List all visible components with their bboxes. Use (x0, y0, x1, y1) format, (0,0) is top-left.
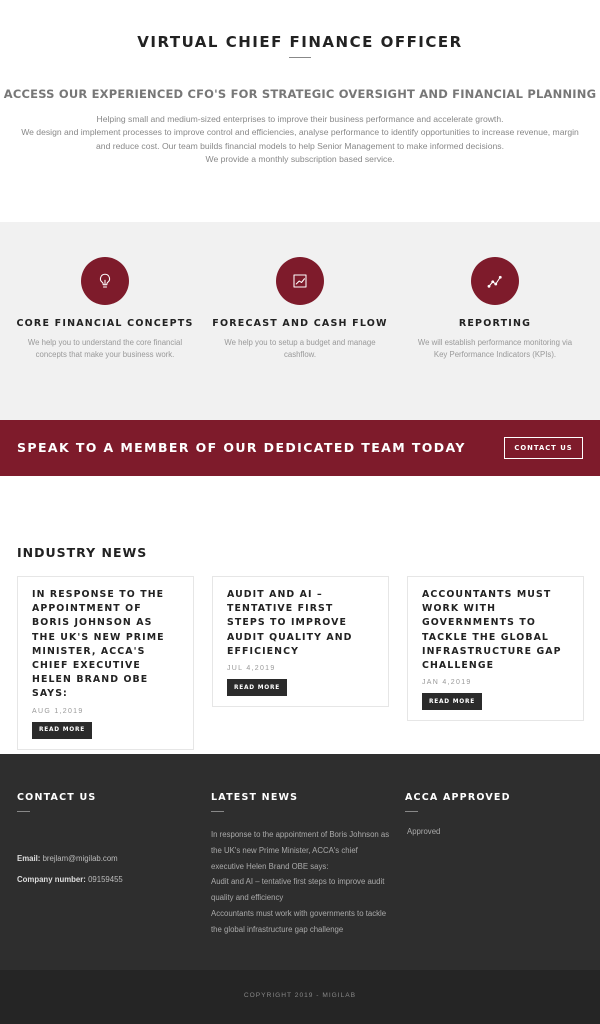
news-card: IN RESPONSE TO THE APPOINTMENT OF BORIS … (17, 576, 194, 750)
acca-approved-text: Approved (407, 827, 441, 836)
company-number: 09159455 (88, 875, 123, 884)
service-text: We will establish performance monitoring… (417, 338, 573, 359)
intro-subtitle: ACCESS OUR EXPERIENCED CFO'S FOR STRATEG… (3, 87, 597, 101)
intro-line: We design and implement processes to imp… (21, 127, 579, 151)
news-date: JAN 4,2019 (422, 679, 472, 687)
intro-line: We provide a monthly subscription based … (205, 154, 395, 165)
service-reporting: REPORTING We will establish performance … (405, 257, 585, 360)
service-core-financial-concepts: CORE FINANCIAL CONCEPTS We help you to u… (15, 257, 195, 360)
read-more-button[interactable]: READ MORE (32, 721, 92, 739)
latest-news-link[interactable]: Accountants must work with governments t… (211, 906, 391, 938)
industry-news-heading: INDUSTRY NEWS (17, 545, 148, 560)
company-number-label: Company number: (17, 875, 86, 884)
read-more-button[interactable]: READ MORE (227, 679, 287, 697)
service-icon-circle (81, 257, 129, 305)
news-date: JUL 4,2019 (227, 665, 276, 673)
cta-band: SPEAK TO A MEMBER OF OUR DEDICATED TEAM … (0, 420, 600, 476)
news-card: ACCOUNTANTS MUST WORK WITH GOVERNMENTS T… (407, 576, 584, 722)
news-title[interactable]: AUDIT AND AI – TENTATIVE FIRST STEPS TO … (227, 588, 374, 659)
chart-icon (293, 274, 307, 288)
footer-divider (211, 811, 224, 812)
service-icon-circle (276, 257, 324, 305)
latest-news-list: In response to the appointment of Boris … (211, 827, 391, 938)
copyright-text: COPYRIGHT 2019 - MIGILAB (243, 992, 357, 999)
service-title: FORECAST AND CASH FLOW (212, 318, 388, 329)
latest-news-link[interactable]: In response to the appointment of Boris … (211, 827, 391, 874)
service-icon-circle (471, 257, 519, 305)
intro-section: VIRTUAL CHIEF FINANCE OFFICER ACCESS OUR… (0, 0, 600, 222)
title-divider (289, 57, 311, 58)
contact-company-line: Company number: 09159455 (17, 875, 197, 884)
footer-contact-column: CONTACT US Email: brejlam@migilab.com Co… (17, 792, 197, 884)
email-label: Email: (17, 854, 41, 863)
service-text: We help you to setup a budget and manage… (224, 338, 376, 359)
read-more-button[interactable]: READ MORE (422, 693, 482, 711)
news-title[interactable]: IN RESPONSE TO THE APPOINTMENT OF BORIS … (32, 588, 179, 702)
latest-news-link[interactable]: Audit and AI – tentative first steps to … (211, 874, 391, 906)
footer-latest-news-column: LATEST NEWS In response to the appointme… (211, 792, 391, 938)
service-text: We help you to understand the core finan… (27, 338, 183, 359)
lightbulb-icon (99, 273, 111, 288)
footer-divider (17, 811, 30, 812)
intro-line: Helping small and medium-sized enterpris… (96, 114, 504, 124)
copyright-bar: COPYRIGHT 2019 - MIGILAB (0, 970, 600, 1024)
footer-latest-heading: LATEST NEWS (211, 792, 299, 803)
footer-acca-column: ACCA APPROVED Approved (405, 792, 585, 836)
intro-description: Helping small and medium-sized enterpris… (20, 113, 580, 167)
footer-divider (405, 811, 418, 812)
trend-line-icon (487, 275, 502, 288)
page-title: VIRTUAL CHIEF FINANCE OFFICER (137, 33, 463, 51)
email-link[interactable]: brejlam@migilab.com (43, 854, 118, 863)
footer-acca-heading: ACCA APPROVED (405, 792, 511, 803)
contact-us-button[interactable]: CONTACT US (504, 437, 583, 459)
service-forecast-and-cash-flow: FORECAST AND CASH FLOW We help you to se… (210, 257, 390, 360)
news-card: AUDIT AND AI – TENTATIVE FIRST STEPS TO … (212, 576, 389, 708)
services-section: CORE FINANCIAL CONCEPTS We help you to u… (0, 222, 600, 420)
service-title: CORE FINANCIAL CONCEPTS (16, 318, 194, 329)
cta-text: SPEAK TO A MEMBER OF OUR DEDICATED TEAM … (17, 440, 466, 455)
contact-email-line: Email: brejlam@migilab.com (17, 854, 197, 863)
footer-contact-heading: CONTACT US (17, 792, 97, 803)
service-title: REPORTING (458, 318, 532, 329)
news-date: AUG 1,2019 (32, 707, 84, 715)
news-title[interactable]: ACCOUNTANTS MUST WORK WITH GOVERNMENTS T… (422, 588, 569, 673)
footer: CONTACT US Email: brejlam@migilab.com Co… (0, 754, 600, 970)
